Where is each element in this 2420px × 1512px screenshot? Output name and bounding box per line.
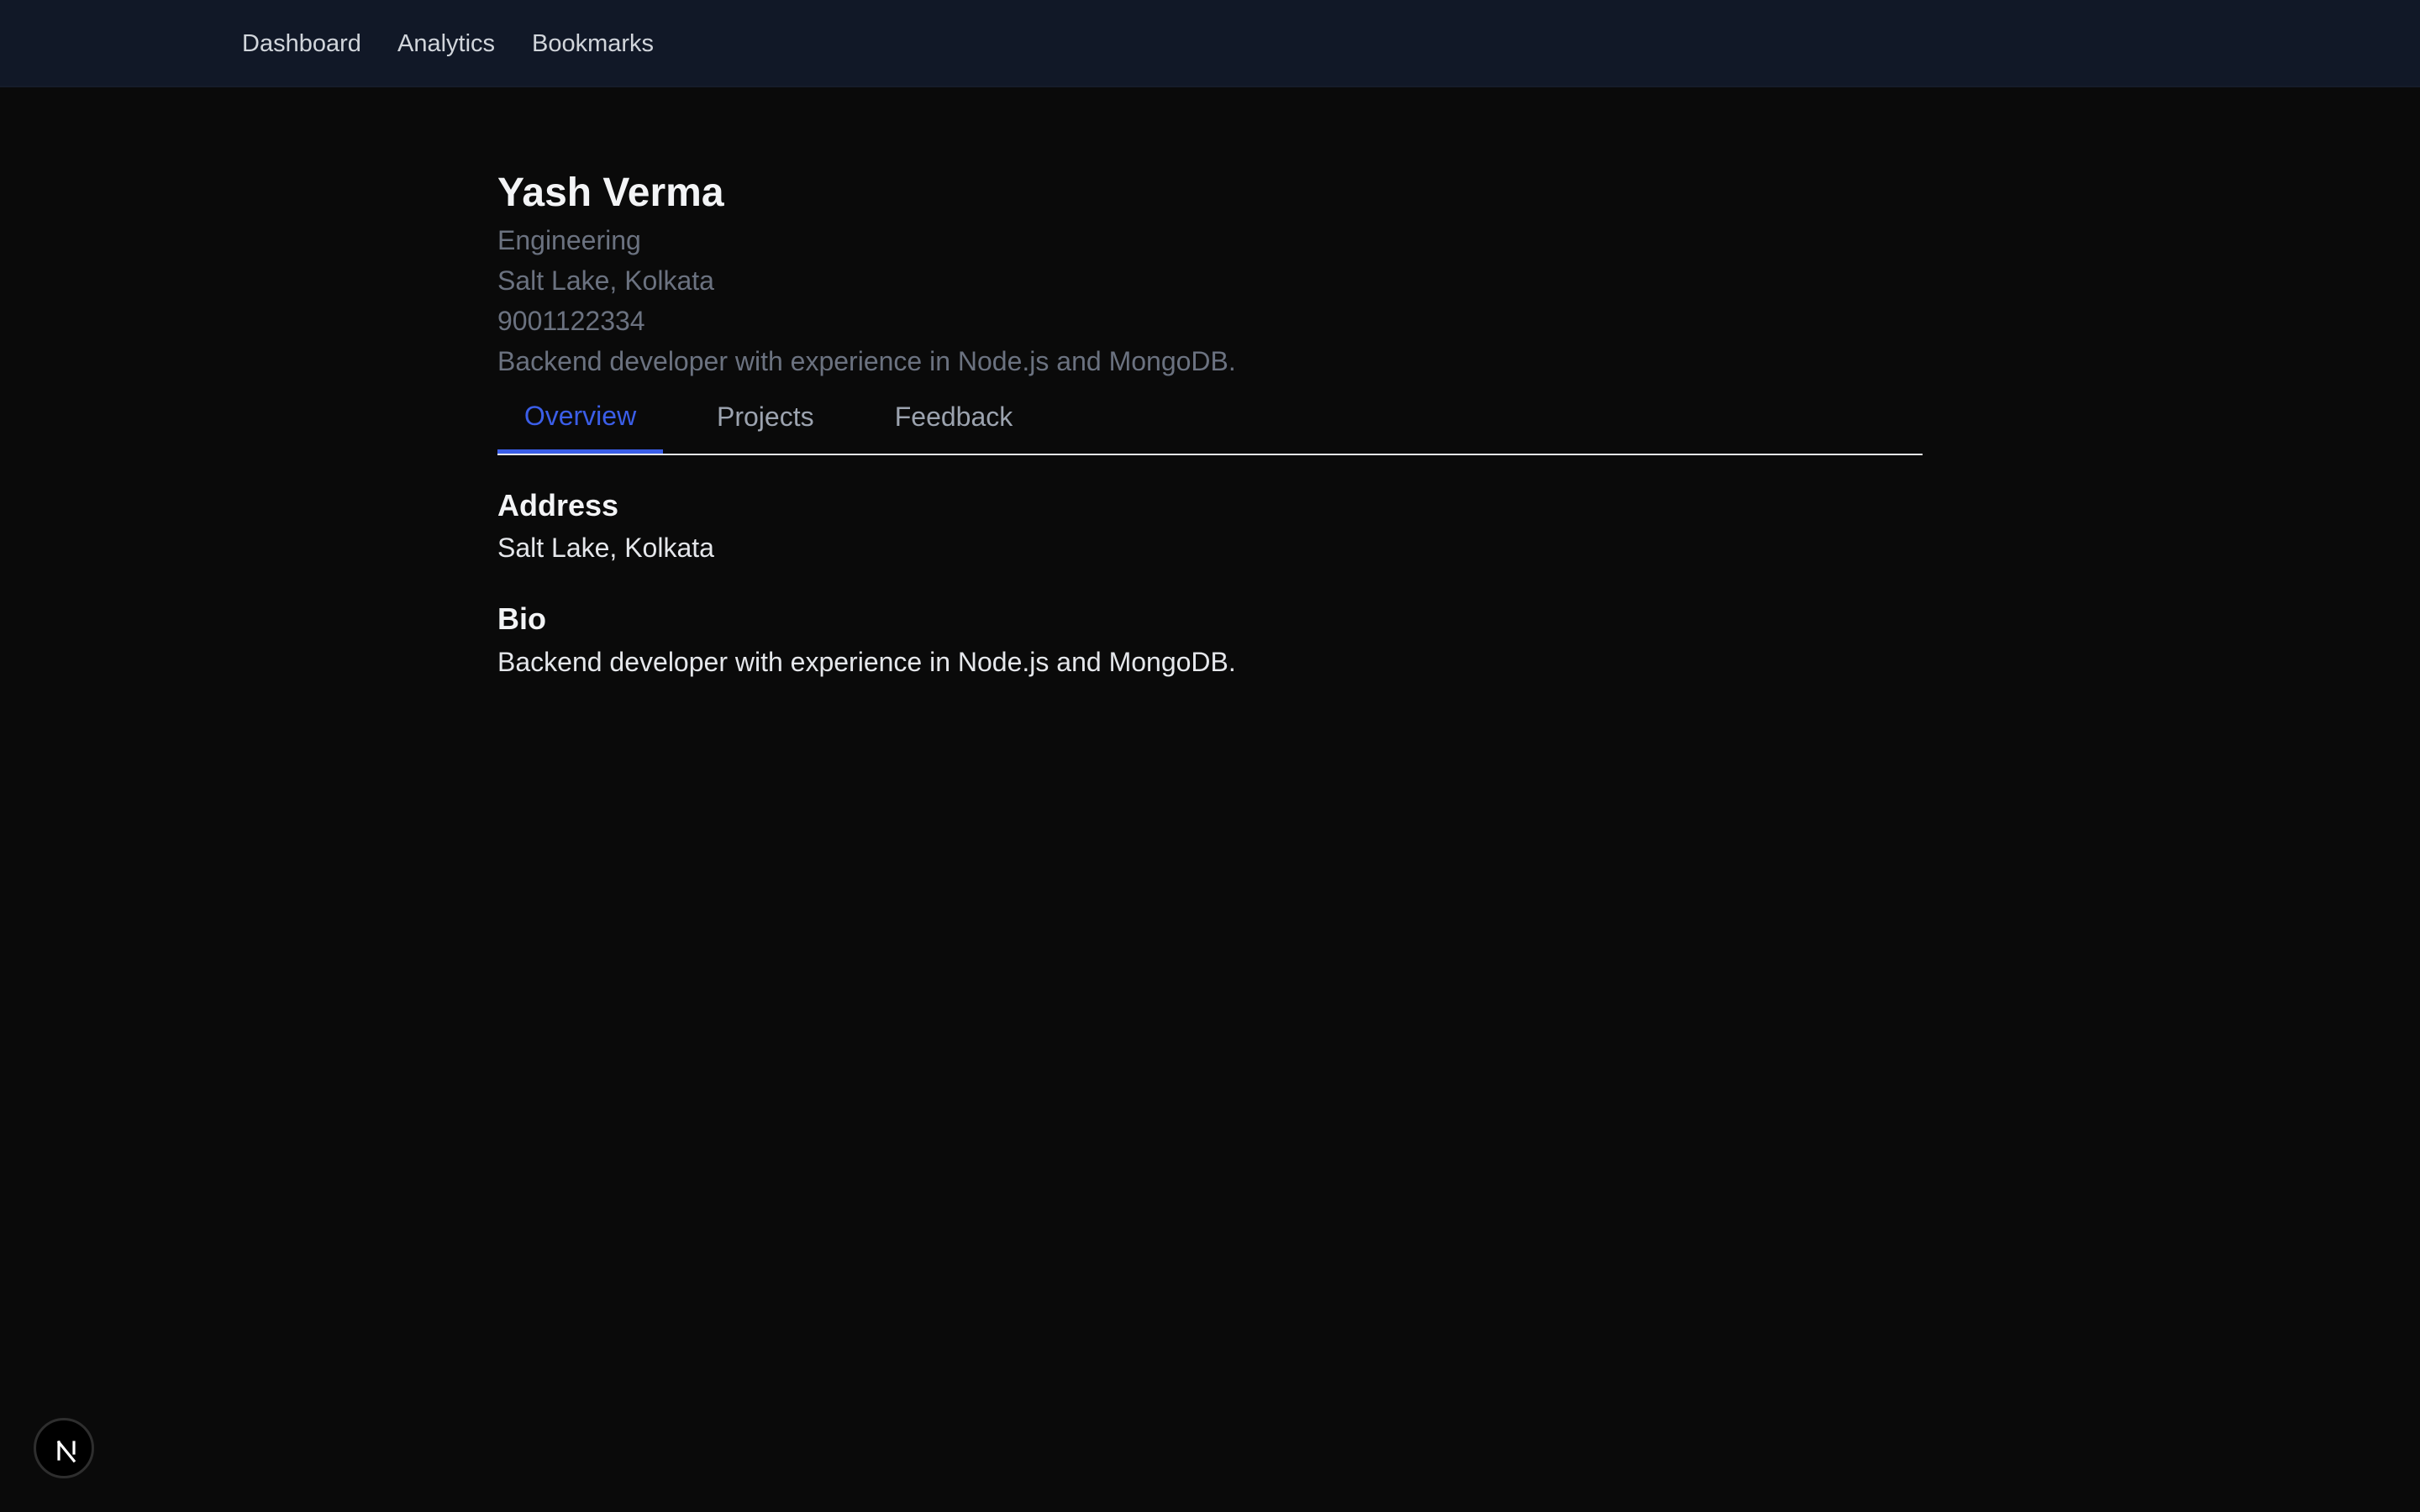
- bio-section-title: Bio: [497, 601, 546, 636]
- nextjs-logo-icon: [56, 1440, 76, 1463]
- profile-bio: Backend developer with experience in Nod…: [497, 346, 1236, 376]
- address-section-title: Address: [497, 488, 619, 522]
- profile-department: Engineering: [497, 225, 641, 255]
- top-navigation-bar: Dashboard Analytics Bookmarks: [0, 0, 2420, 87]
- profile-name: Yash Verma: [497, 171, 724, 215]
- profile-address: Salt Lake, Kolkata: [497, 265, 714, 296]
- tab-projects[interactable]: Projects: [717, 386, 814, 454]
- profile-phone: 9001122334: [497, 306, 645, 336]
- address-section-value: Salt Lake, Kolkata: [497, 533, 714, 563]
- profile-tabs: Overview Projects Feedback: [497, 386, 1923, 455]
- nextjs-dev-indicator-button[interactable]: [34, 1418, 94, 1478]
- bio-section-value: Backend developer with experience in Nod…: [497, 647, 1236, 677]
- tab-feedback[interactable]: Feedback: [894, 386, 1013, 454]
- nav-link-bookmarks[interactable]: Bookmarks: [532, 29, 654, 59]
- tab-overview[interactable]: Overview: [497, 386, 663, 454]
- nav-link-dashboard[interactable]: Dashboard: [242, 29, 361, 59]
- nav-link-analytics[interactable]: Analytics: [397, 29, 495, 59]
